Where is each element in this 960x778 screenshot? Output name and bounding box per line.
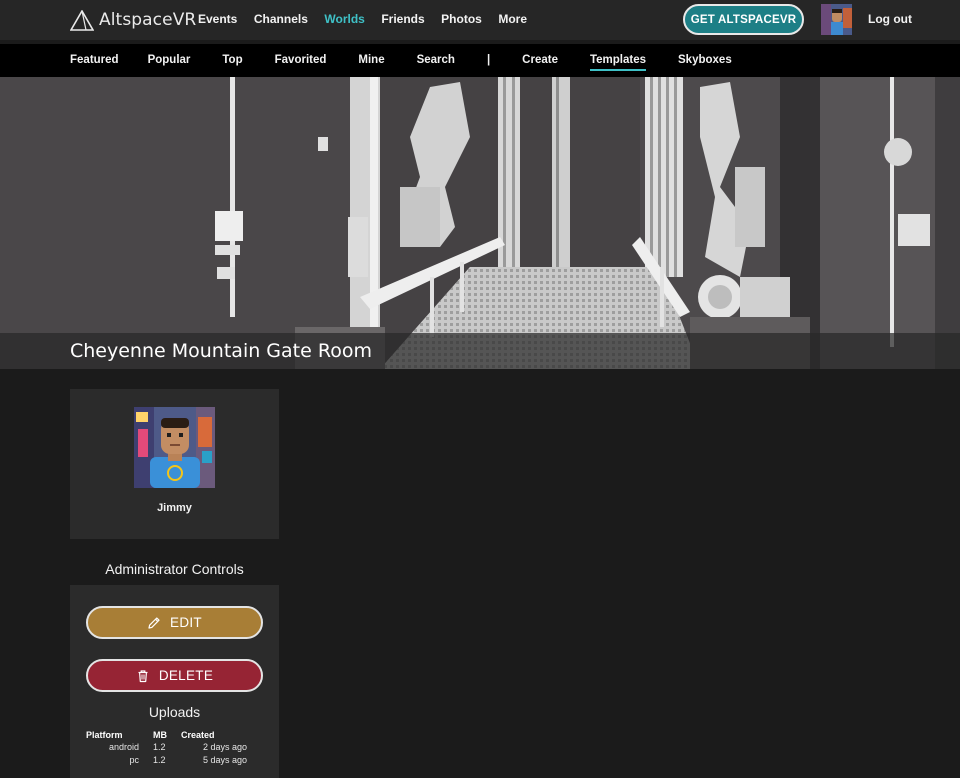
upload-mb: 1.2 (153, 742, 166, 753)
logout-link[interactable]: Log out (868, 12, 912, 26)
triangle-logo-icon (70, 9, 94, 31)
brand-name: AltspaceVR (99, 10, 197, 30)
upload-created: 2 days ago (202, 742, 247, 753)
owner-avatar[interactable] (134, 407, 215, 488)
owner-name[interactable]: Jimmy (70, 502, 279, 514)
subnav-featured[interactable]: Featured (70, 54, 119, 71)
worlds-subnav: Featured Popular Top Favorited Mine Sear… (0, 44, 960, 77)
upload-created: 5 days ago (202, 754, 247, 765)
subnav-divider: | (486, 54, 491, 66)
col-mb: MB (153, 729, 167, 740)
table-row: pc 1.2 5 days ago (86, 754, 247, 767)
uploads-table: Platform MB Created android 1.2 2 days a… (86, 729, 247, 766)
nav-item-events[interactable]: Events (198, 12, 237, 26)
nav-item-worlds[interactable]: Worlds (324, 12, 364, 26)
subnav-favorited[interactable]: Favorited (275, 54, 327, 71)
nav-item-friends[interactable]: Friends (381, 12, 424, 26)
edit-button-label: EDIT (170, 615, 202, 630)
nav-item-more[interactable]: More (498, 12, 527, 26)
table-row: android 1.2 2 days ago (86, 741, 247, 754)
uploads-title: Uploads (148, 704, 201, 720)
subnav-popular[interactable]: Popular (148, 54, 191, 71)
delete-button-label: DELETE (158, 668, 214, 683)
subnav-mine[interactable]: Mine (358, 54, 384, 71)
user-avatar[interactable] (821, 4, 852, 35)
col-platform: Platform (86, 729, 123, 740)
pencil-icon (148, 616, 160, 629)
subnav-top[interactable]: Top (222, 54, 242, 71)
edit-button[interactable]: EDIT (86, 606, 263, 639)
get-altspacevr-button[interactable]: GET ALTSPACEVR (683, 4, 804, 35)
main-nav: Events Channels Worlds Friends Photos Mo… (198, 12, 544, 26)
delete-button[interactable]: DELETE (86, 659, 263, 692)
admin-controls-title: Administrator Controls (105, 561, 244, 577)
subnav-templates[interactable]: Templates (589, 54, 647, 71)
gate-room-render (0, 77, 960, 369)
altspace-logo[interactable]: AltspaceVR (70, 9, 196, 31)
world-hero-image: Cheyenne Mountain Gate Room (0, 77, 960, 369)
upload-mb: 1.2 (153, 754, 166, 765)
nav-item-channels[interactable]: Channels (254, 12, 308, 26)
top-navbar: AltspaceVR Events Channels Worlds Friend… (0, 0, 960, 40)
upload-platform: android (108, 742, 139, 753)
world-title: Cheyenne Mountain Gate Room (70, 340, 372, 362)
owner-card: Jimmy (70, 389, 279, 539)
subnav-skyboxes[interactable]: Skyboxes (678, 54, 732, 71)
admin-controls-panel: EDIT DELETE Uploads Platform MB Created … (70, 585, 279, 778)
trash-icon (138, 669, 148, 682)
subnav-create[interactable]: Create (522, 54, 558, 71)
upload-platform: pc (129, 754, 139, 765)
nav-item-photos[interactable]: Photos (441, 12, 482, 26)
col-created: Created (181, 729, 215, 740)
subnav-search[interactable]: Search (417, 54, 455, 71)
